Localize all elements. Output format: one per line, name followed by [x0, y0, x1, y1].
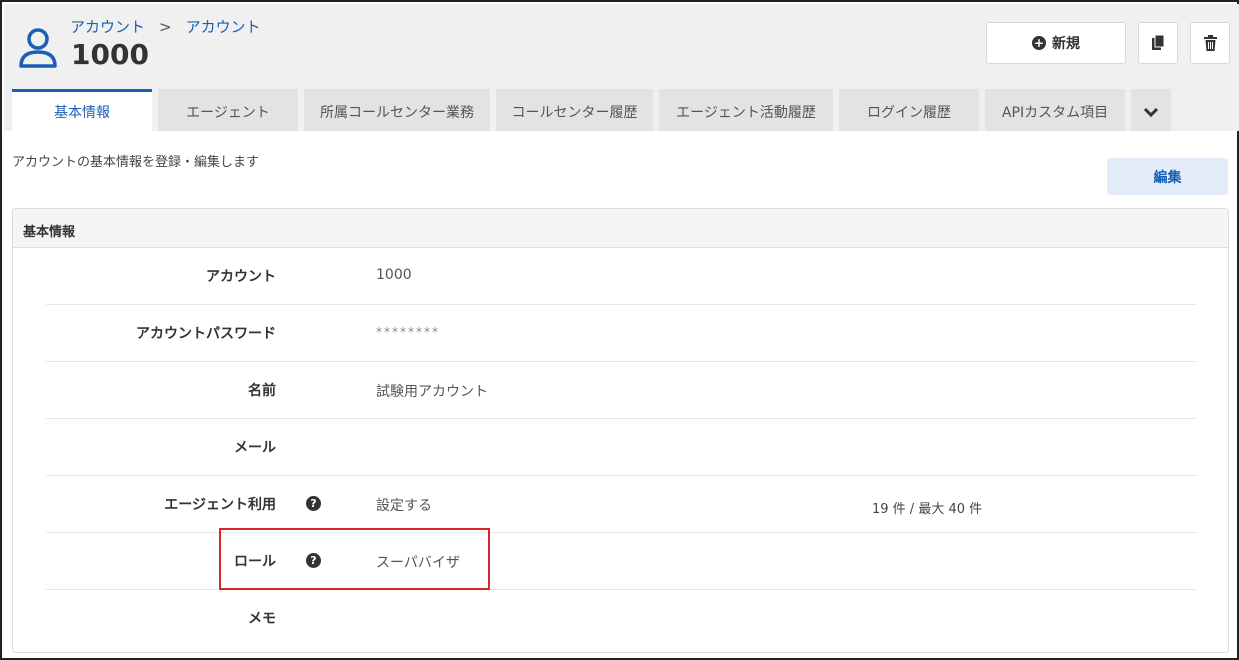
agent-count: 19 件 / 最大 40 件 [872, 502, 983, 517]
help-icon[interactable]: ? [306, 496, 321, 511]
tab-agent[interactable]: エージェント [158, 89, 298, 131]
field-row-account: アカウント 1000 [46, 248, 1196, 305]
field-label: 名前 [248, 383, 276, 399]
basic-info-panel: 基本情報 アカウント 1000 アカウントパスワード ******** 名前 試… [12, 208, 1229, 653]
delete-button[interactable] [1190, 22, 1230, 64]
tab-callcenter-history[interactable]: コールセンター履歴 [496, 89, 653, 131]
field-row-email: メール [46, 419, 1196, 476]
breadcrumb-item-account-list[interactable]: アカウント [70, 16, 145, 37]
trash-icon [1203, 35, 1217, 51]
page-title: 1000 [71, 38, 149, 71]
tab-agent-activity-history[interactable]: エージェント活動履歴 [659, 89, 833, 131]
field-label: メモ [248, 611, 276, 627]
breadcrumb-item-account[interactable]: アカウント [186, 16, 261, 37]
field-label: アカウント [206, 269, 276, 285]
tab-bar: 基本情報 エージェント 所属コールセンター業務 コールセンター履歴 エージェント… [12, 89, 1171, 131]
field-value: 1000 [376, 267, 412, 283]
copy-button[interactable] [1138, 22, 1178, 64]
new-button-label: 新規 [1052, 36, 1080, 52]
copy-icon [1152, 35, 1165, 50]
user-icon [19, 28, 57, 68]
tab-login-history[interactable]: ログイン履歴 [839, 89, 979, 131]
field-value: ******** [376, 325, 440, 339]
field-row-password: アカウントパスワード ******** [46, 305, 1196, 362]
field-value: 設定する [376, 498, 432, 514]
window-frame: アカウント > アカウント 1000 + 新規 基本情報 エージェント 所属コー… [0, 0, 1239, 660]
tab-api-custom-fields[interactable]: APIカスタム項目 [985, 89, 1125, 131]
field-row-agent-usage: エージェント利用 ? 設定する 19 件 / 最大 40 件 [46, 476, 1196, 533]
field-value: 試験用アカウント [376, 384, 488, 400]
field-label: エージェント利用 [164, 497, 276, 513]
field-row-memo: メモ [46, 590, 1196, 647]
chevron-down-icon [1144, 107, 1158, 117]
tab-basic-info[interactable]: 基本情報 [12, 89, 152, 131]
field-row-name: 名前 試験用アカウント [46, 362, 1196, 419]
field-label: アカウントパスワード [136, 326, 276, 342]
page-description: アカウントの基本情報を登録・編集します [12, 155, 260, 170]
tab-more-button[interactable] [1131, 89, 1171, 131]
breadcrumb-separator: > [159, 17, 172, 36]
tab-callcenter-duties[interactable]: 所属コールセンター業務 [304, 89, 490, 131]
field-label: メール [234, 440, 276, 456]
panel-title: 基本情報 [13, 209, 1228, 248]
breadcrumb: アカウント > アカウント [70, 16, 261, 37]
role-highlight-box [219, 528, 490, 590]
new-button[interactable]: + 新規 [986, 22, 1126, 64]
edit-button[interactable]: 編集 [1107, 158, 1228, 195]
plus-circle-icon: + [1032, 36, 1046, 50]
